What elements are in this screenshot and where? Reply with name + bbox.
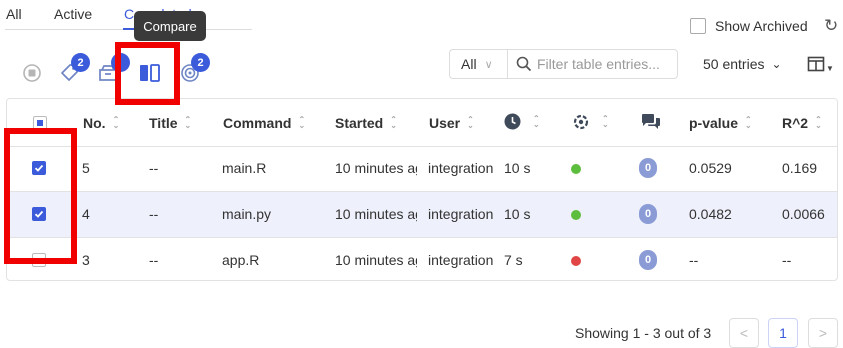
tab-all[interactable]: All xyxy=(6,6,22,22)
column-header-duration[interactable]: ⌃ ⌄ xyxy=(504,113,540,130)
run-r2: 0.169 xyxy=(782,160,818,176)
sort-icon: ⌃ ⌄ xyxy=(745,115,752,130)
search-field[interactable] xyxy=(507,49,678,79)
run-r2: 0.0066 xyxy=(782,206,825,222)
column-header-no[interactable]: No. ⌃ ⌄ xyxy=(83,115,119,131)
sort-icon: ⌃ ⌄ xyxy=(298,115,306,130)
run-r2: -- xyxy=(782,252,792,268)
run-command[interactable]: main.py xyxy=(222,206,271,222)
row-checkbox[interactable] xyxy=(32,253,46,267)
entries-label: 50 entries xyxy=(703,56,765,72)
compare-icon[interactable] xyxy=(137,60,163,86)
show-archived-toggle[interactable]: Show Archived xyxy=(690,18,808,34)
show-archived-checkbox[interactable] xyxy=(690,18,706,34)
pagination-summary: Showing 1 - 3 out of 3 xyxy=(575,325,712,341)
search-icon xyxy=(516,56,532,72)
filter-scope-select[interactable]: All ∨ xyxy=(449,49,507,79)
run-user: integration xyxy=(428,206,494,222)
run-command[interactable]: main.R xyxy=(222,160,266,176)
run-pvalue: 0.0529 xyxy=(689,160,732,176)
run-title: -- xyxy=(149,206,159,222)
column-header-command[interactable]: Command ⌃ ⌄ xyxy=(223,115,305,131)
status-dot-failed xyxy=(571,256,581,266)
column-header-user[interactable]: User ⌃ ⌄ xyxy=(429,115,474,131)
filter-scope-value: All xyxy=(461,56,477,72)
run-started: 10 minutes ago xyxy=(335,206,417,222)
run-number: 5 xyxy=(82,160,90,176)
chevron-down-icon: ⌄ xyxy=(771,57,782,71)
run-number: 4 xyxy=(82,206,90,222)
column-header-title[interactable]: Title ⌃ ⌄ xyxy=(149,115,191,131)
sort-icon: ⌃ ⌄ xyxy=(467,115,474,130)
column-header-r2[interactable]: R^2 ⌃ ⌄ xyxy=(782,115,822,131)
sort-icon: ⌃ ⌄ xyxy=(112,115,120,130)
run-user: integration xyxy=(428,160,494,176)
sort-icon: ⌃ ⌄ xyxy=(533,113,540,129)
comments-icon xyxy=(642,114,660,129)
refresh-icon[interactable]: ↻ xyxy=(824,16,838,36)
page-button-current[interactable]: 1 xyxy=(768,318,798,348)
column-header-pvalue[interactable]: p-value ⌃ ⌄ xyxy=(689,115,752,131)
runs-table: No. ⌃ ⌄ Title ⌃ ⌄ Command ⌃ ⌄ Started ⌃ ⌄ User ⌃ ⌄… xyxy=(6,98,838,281)
compare-tooltip: Compare xyxy=(134,11,206,41)
status-dot-success xyxy=(571,164,581,174)
archive-count-badge xyxy=(111,53,130,72)
tag-count-badge: 2 xyxy=(71,53,90,72)
status-dot-success xyxy=(571,210,581,220)
sort-icon: ⌃ ⌄ xyxy=(815,115,822,130)
tab-active[interactable]: Active xyxy=(54,6,92,22)
select-all-checkbox[interactable] xyxy=(33,116,47,130)
entries-per-page-select[interactable]: 50 entries ⌄ xyxy=(703,56,782,72)
run-started: 10 minutes ago xyxy=(335,252,417,268)
sort-icon: ⌃ ⌄ xyxy=(602,114,609,129)
compare-count-badge: 2 xyxy=(191,53,210,72)
next-page-button[interactable]: > xyxy=(808,318,838,348)
caret-down-icon: ▼ xyxy=(826,64,834,73)
chevron-down-icon: ∨ xyxy=(484,58,493,71)
run-title: -- xyxy=(149,252,159,268)
columns-icon xyxy=(807,56,825,72)
column-header-comments[interactable] xyxy=(641,113,661,130)
table-row[interactable]: 5 -- main.R 10 minutes ago integration 1… xyxy=(7,146,837,192)
column-header-started[interactable]: Started ⌃ ⌄ xyxy=(335,115,397,131)
status-icon xyxy=(573,114,589,130)
run-pvalue: -- xyxy=(689,252,699,268)
run-duration: 7 s xyxy=(504,252,523,268)
comment-count-badge[interactable]: 0 xyxy=(639,158,657,178)
run-user: integration xyxy=(428,252,494,268)
row-checkbox[interactable] xyxy=(32,161,46,175)
comment-count-badge[interactable]: 0 xyxy=(639,204,657,224)
run-title: -- xyxy=(149,160,159,176)
search-input[interactable] xyxy=(535,55,677,73)
sort-icon: ⌃ ⌄ xyxy=(390,115,397,130)
run-number: 3 xyxy=(82,252,90,268)
prev-page-button[interactable]: < xyxy=(729,318,759,348)
column-picker-button[interactable]: ▼ xyxy=(807,55,834,73)
stop-icon[interactable] xyxy=(19,60,45,86)
table-header: No. ⌃ ⌄ Title ⌃ ⌄ Command ⌃ ⌄ Started ⌃ ⌄ User ⌃ ⌄… xyxy=(7,99,837,147)
sort-icon: ⌃ ⌄ xyxy=(184,115,192,130)
run-started: 10 minutes ago xyxy=(335,160,417,176)
row-checkbox[interactable] xyxy=(32,207,46,221)
column-header-status[interactable]: ⌃ ⌄ xyxy=(572,113,609,131)
clock-icon xyxy=(504,113,521,130)
table-row[interactable]: 3 -- app.R 10 minutes ago integration 7 … xyxy=(7,238,837,280)
comment-count-badge[interactable]: 0 xyxy=(639,250,657,270)
show-archived-label: Show Archived xyxy=(715,18,808,34)
run-duration: 10 s xyxy=(504,160,531,176)
table-row[interactable]: 4 -- main.py 10 minutes ago integration … xyxy=(7,192,837,238)
run-command[interactable]: app.R xyxy=(222,252,259,268)
run-duration: 10 s xyxy=(504,206,531,222)
run-pvalue: 0.0482 xyxy=(689,206,732,222)
